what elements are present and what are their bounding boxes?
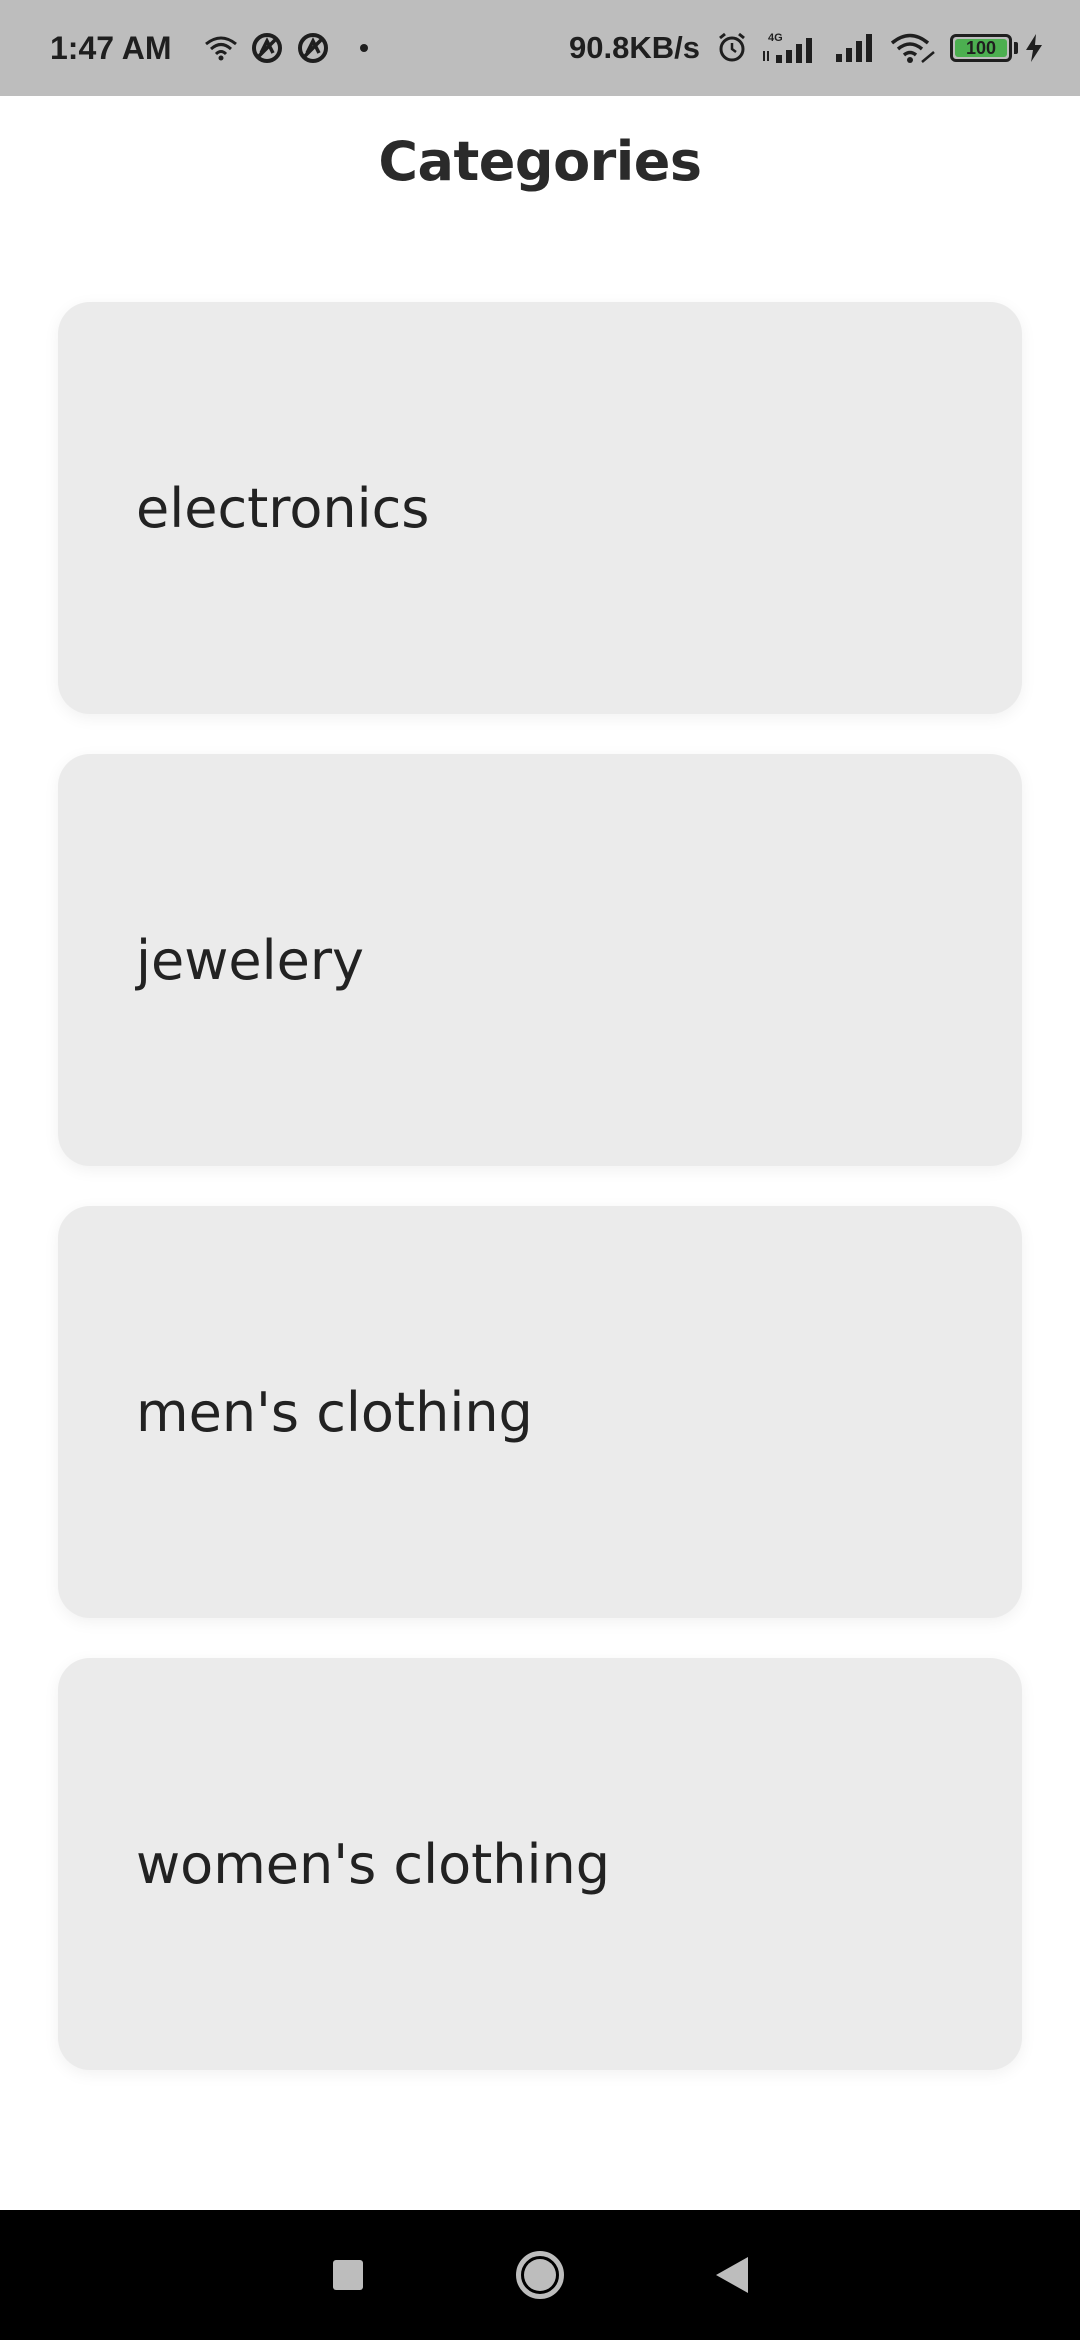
category-card-mens-clothing[interactable]: men's clothing xyxy=(58,1206,1022,1618)
home-button[interactable] xyxy=(490,2225,590,2325)
status-bar-right: 90.8KB/s 4G 100 xyxy=(569,30,1050,66)
recent-apps-button[interactable] xyxy=(298,2225,398,2325)
app-notification-icon xyxy=(250,31,284,65)
wifi-icon xyxy=(890,32,936,64)
back-button[interactable] xyxy=(682,2225,782,2325)
category-label: electronics xyxy=(136,476,430,540)
signal-4g-icon: 4G xyxy=(760,31,822,65)
status-bar: 1:47 AM 90.8KB/s 4G 100 xyxy=(0,0,1080,96)
svg-text:4G: 4G xyxy=(768,32,783,44)
status-time: 1:47 AM xyxy=(50,29,172,66)
category-label: women's clothing xyxy=(136,1832,611,1896)
category-card-womens-clothing[interactable]: women's clothing xyxy=(58,1658,1022,2070)
navigation-bar xyxy=(0,2210,1080,2340)
network-speed: 90.8KB/s xyxy=(569,30,700,65)
battery-cap xyxy=(1014,42,1018,54)
battery-level: 100 xyxy=(965,38,997,58)
category-card-electronics[interactable]: electronics xyxy=(58,302,1022,714)
wifi-icon xyxy=(204,34,238,62)
battery-icon: 100 xyxy=(950,34,1012,62)
signal-icon xyxy=(834,32,878,64)
category-label: men's clothing xyxy=(136,1380,533,1444)
status-bar-left: 1:47 AM xyxy=(50,30,368,67)
category-card-jewelery[interactable]: jewelery xyxy=(58,754,1022,1166)
alarm-icon xyxy=(716,32,748,64)
circle-inner xyxy=(524,2259,556,2291)
circle-icon xyxy=(516,2251,564,2299)
screen: 1:47 AM 90.8KB/s 4G 100 Categories elect… xyxy=(0,0,1080,2340)
app-notification-icon xyxy=(296,31,330,65)
dot-icon xyxy=(359,44,368,52)
back-triangle-icon xyxy=(716,2257,748,2293)
category-list: electronics jewelery men's clothing wome… xyxy=(58,302,1022,2110)
charging-icon xyxy=(1024,33,1044,63)
category-label: jewelery xyxy=(136,928,364,992)
square-icon xyxy=(333,2260,363,2290)
page-title: Categories xyxy=(378,130,702,193)
